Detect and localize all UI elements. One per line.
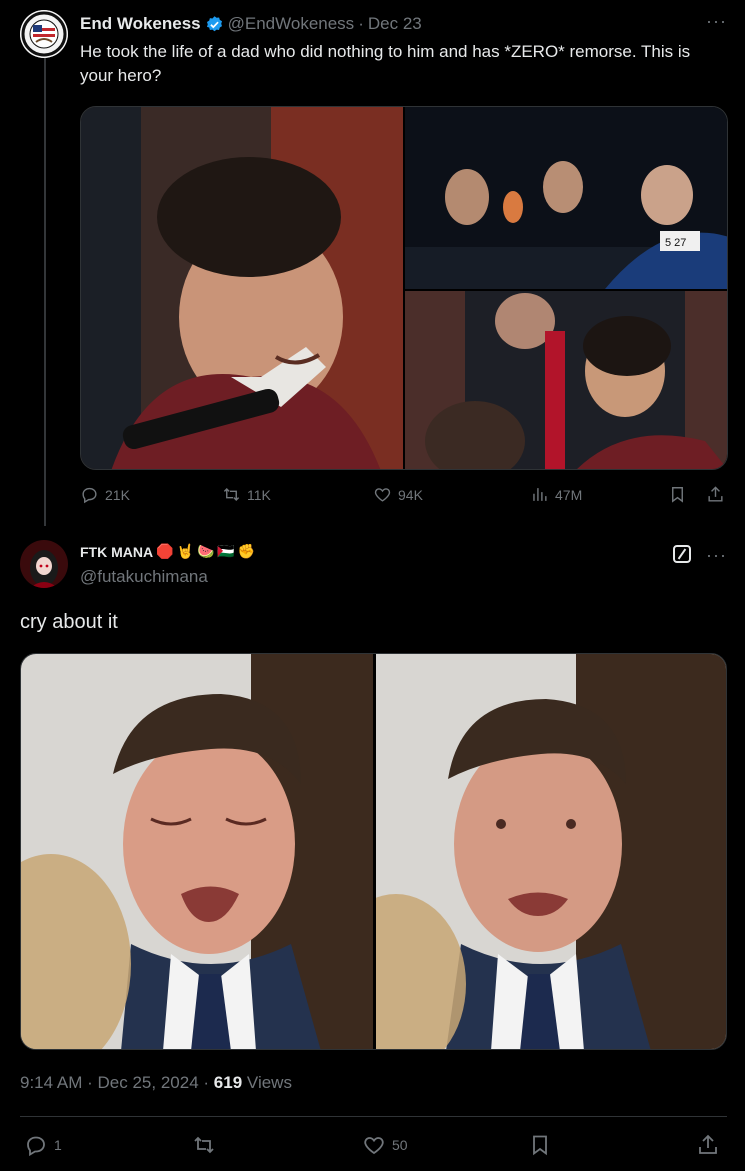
reply-count: 21K (105, 486, 130, 503)
bookmark-button[interactable] (528, 1133, 552, 1157)
parent-avatar[interactable] (20, 10, 68, 58)
watermelon-emoji: 🍉 (196, 543, 215, 559)
retweet-icon (194, 1136, 214, 1154)
anime-avatar-icon (20, 540, 68, 588)
divider (20, 1116, 727, 1117)
share-button[interactable] (696, 1133, 720, 1157)
retweet-count: 11K (247, 486, 271, 503)
thread-connector-line (44, 58, 46, 526)
main-author-name[interactable]: FTK MANA (80, 544, 153, 560)
media-photo-crying-right[interactable] (376, 654, 726, 1049)
like-count: 50 (392, 1137, 408, 1153)
views-number: 619 (213, 1073, 243, 1092)
media-photo-crying-left[interactable] (21, 654, 373, 1049)
reply-icon (82, 487, 97, 504)
reply-icon (27, 1136, 45, 1157)
grok-icon[interactable] (673, 545, 691, 563)
tweet-time[interactable]: 9:14 AM (20, 1073, 82, 1092)
tweet-thread: End Wokeness @EndWokeness · Dec 23 ··· H… (0, 0, 745, 1171)
photo-illustration (21, 654, 373, 1049)
parent-action-bar: 21K 11K 94K 47M (80, 485, 728, 509)
main-tweet-text: cry about it (20, 611, 118, 633)
share-icon (699, 1134, 717, 1154)
separator-dot: · (203, 1073, 210, 1092)
analytics-icon (533, 488, 547, 501)
like-button[interactable]: 94K (373, 485, 423, 504)
like-count: 94K (398, 486, 423, 503)
main-more-options-icon[interactable]: ··· (706, 546, 727, 564)
reply-count: 1 (54, 1137, 62, 1153)
palestine-flag-emoji: 🇵🇸 (217, 543, 235, 559)
share-icon (708, 486, 723, 502)
share-button[interactable] (706, 485, 725, 504)
reply-button[interactable]: 1 (24, 1133, 62, 1157)
bookmark-icon (672, 487, 683, 503)
plate-number: 5 27 (665, 237, 686, 249)
photo-illustration (405, 291, 727, 469)
retweet-button[interactable]: 11K (222, 485, 271, 504)
rock-hand-emoji: 🤘 (176, 543, 194, 559)
retweet-button[interactable] (192, 1133, 216, 1157)
bookmark-button[interactable] (668, 485, 687, 504)
parent-tweet-header: End Wokeness @EndWokeness · Dec 23 (80, 12, 725, 36)
like-button[interactable]: 50 (362, 1133, 408, 1157)
parent-author-handle[interactable]: @EndWokeness (228, 14, 355, 34)
stop-sign-emoji: 🛑 (156, 543, 174, 559)
parent-tweet[interactable]: End Wokeness @EndWokeness · Dec 23 ··· H… (0, 0, 745, 526)
raised-fist-emoji: ✊ (237, 543, 256, 559)
main-author-handle[interactable]: @futakuchimana (80, 567, 208, 587)
reply-button[interactable]: 21K (80, 485, 130, 504)
main-action-bar: 1 50 (20, 1133, 727, 1159)
views-label: Views (246, 1073, 292, 1092)
heart-icon (374, 488, 391, 502)
eagle-flag-badge-icon (20, 10, 68, 58)
separator-dot: · (358, 14, 364, 33)
media-photo-courtroom[interactable] (405, 291, 727, 469)
photo-illustration: 5 27 (405, 107, 727, 289)
main-author-name-row[interactable]: FTK MANA 🛑 🤘 🍉 🇵🇸 ✊ (80, 543, 255, 560)
photo-illustration (376, 654, 726, 1049)
media-photo-smiling-man[interactable] (81, 107, 403, 469)
parent-tweet-date[interactable]: Dec 23 (368, 14, 422, 34)
parent-media-grid[interactable]: 5 27 (80, 106, 728, 470)
photo-illustration (81, 107, 403, 469)
verified-badge-icon (206, 15, 222, 31)
views-button[interactable]: 47M (530, 485, 582, 504)
bookmark-icon (533, 1135, 547, 1156)
parent-tweet-text: He took the life of a dad who did nothin… (80, 42, 691, 85)
parent-author-name[interactable]: End Wokeness (80, 14, 201, 34)
views-count: 47M (555, 486, 583, 503)
parent-more-options-icon[interactable]: ··· (706, 12, 727, 30)
separator-dot: · (87, 1073, 93, 1092)
media-photo-car-interior[interactable]: 5 27 (405, 107, 727, 289)
main-avatar[interactable] (20, 540, 68, 588)
tweet-metadata: 9:14 AM · Dec 25, 2024 · 619 Views (20, 1073, 292, 1093)
tweet-date[interactable]: Dec 25, 2024 (98, 1073, 199, 1092)
retweet-icon (223, 487, 240, 502)
heart-icon (364, 1137, 384, 1155)
main-media-grid[interactable] (20, 653, 727, 1050)
